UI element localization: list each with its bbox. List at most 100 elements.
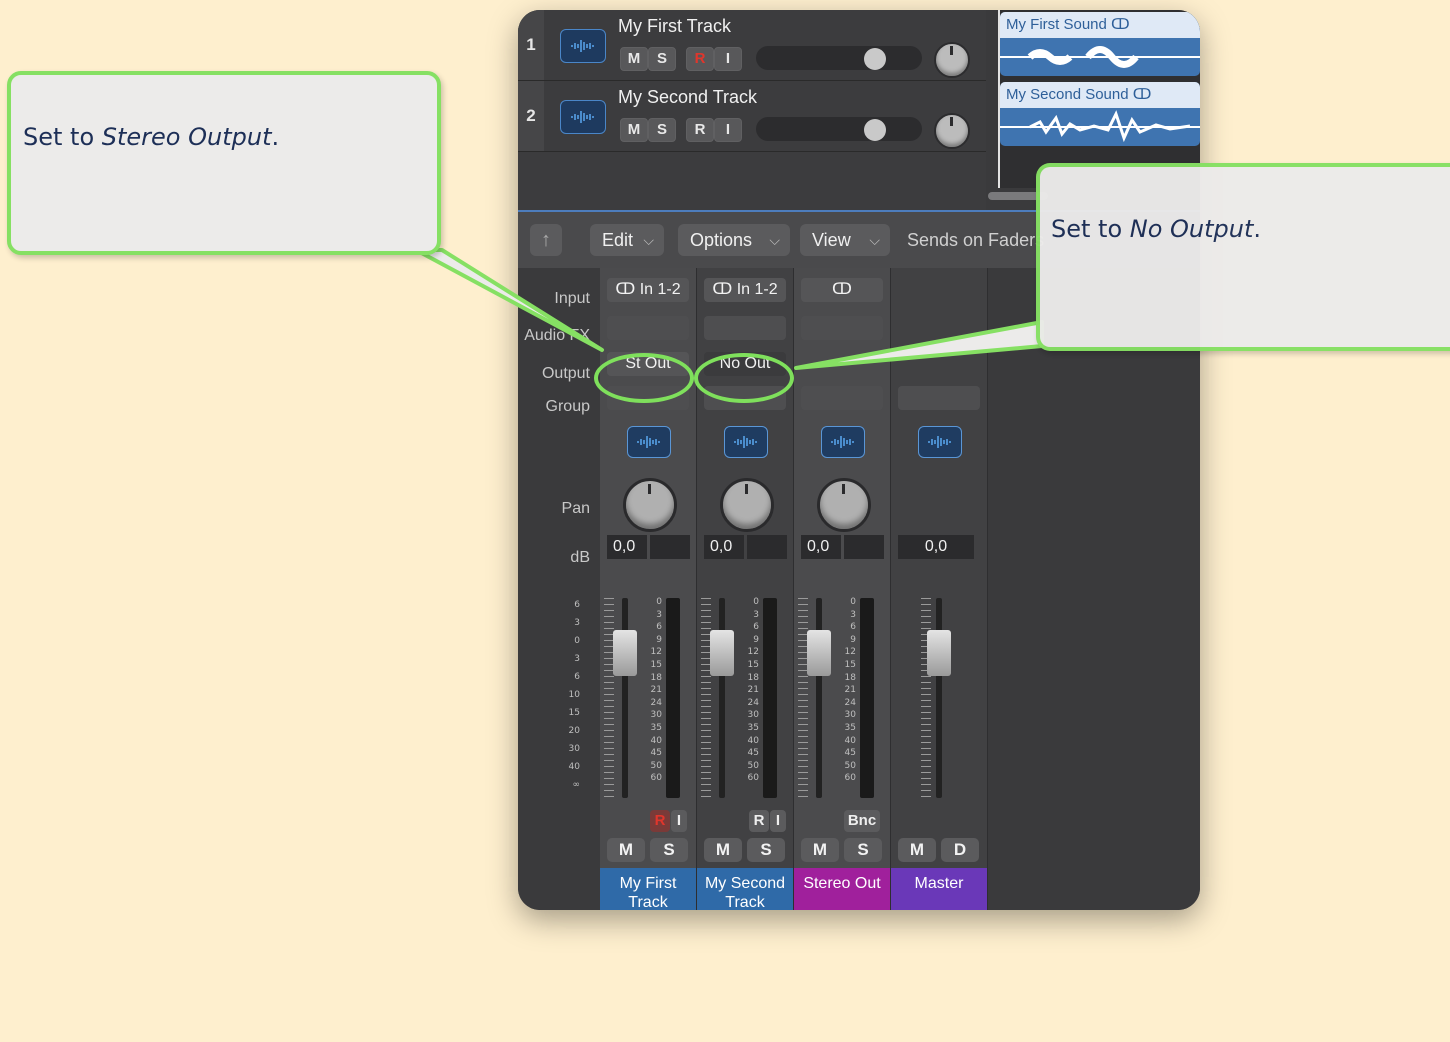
track-name[interactable]: My Second Track <box>618 87 757 108</box>
fader-track[interactable] <box>622 598 628 798</box>
scale-tick-label: 20 <box>568 726 580 736</box>
volume-fader[interactable] <box>807 630 831 676</box>
solo-button[interactable]: S <box>747 838 785 862</box>
input-monitor-button[interactable]: I <box>714 47 742 71</box>
track-row-2[interactable]: 2 My Second Track M S R I <box>518 81 986 152</box>
meter-tick-label: 45 <box>650 748 662 759</box>
solo-button[interactable]: S <box>648 47 676 71</box>
meter-tick-label: 21 <box>747 685 759 696</box>
meter-tick-label: 12 <box>844 647 856 658</box>
meter-tick-label: 30 <box>650 710 662 721</box>
input-monitor-button[interactable]: I <box>770 810 786 832</box>
pan-knob[interactable] <box>720 478 774 532</box>
stereo-link-icon: ↀ <box>615 281 636 298</box>
mute-button[interactable]: M <box>704 838 742 862</box>
track-name[interactable]: My First Track <box>618 16 731 37</box>
pan-knob[interactable] <box>934 113 970 149</box>
audio-fx-slot[interactable] <box>607 316 689 340</box>
bounce-button[interactable]: Bnc <box>844 810 880 832</box>
record-enable-button[interactable]: R <box>686 47 714 71</box>
input-monitor-button[interactable]: I <box>714 118 742 142</box>
mute-button[interactable]: M <box>620 47 648 71</box>
meter-tick-label: 18 <box>747 672 759 683</box>
mute-button[interactable]: M <box>801 838 839 862</box>
tracks-area[interactable]: My First Sound ↀ My Second Sound ↀ <box>1000 10 1200 188</box>
input-slot[interactable]: ↀ In 1-2 <box>607 278 689 302</box>
volume-fader[interactable] <box>927 630 951 676</box>
sends-on-faders-label[interactable]: Sends on Faders <box>907 224 1044 256</box>
pan-knob[interactable] <box>934 42 970 78</box>
region-second-sound[interactable]: My Second Sound ↀ <box>1000 82 1200 146</box>
logic-window: 1 My First Track M S R I 2 My Second Tra… <box>518 10 1200 910</box>
strip-name-label[interactable]: My Second Track <box>697 868 793 910</box>
input-monitor-button[interactable]: I <box>671 810 687 832</box>
edit-menu[interactable]: Edit ⌵ <box>590 224 664 256</box>
input-slot[interactable]: ↀ In 1-2 <box>704 278 786 302</box>
meter-tick-label: 9 <box>656 634 662 645</box>
solo-button[interactable]: S <box>844 838 882 862</box>
meter-tick-label: 30 <box>844 710 856 721</box>
volume-fader[interactable] <box>613 630 637 676</box>
track-row-1[interactable]: 1 My First Track M S R I <box>518 10 986 81</box>
strip-name-label[interactable]: Stereo Out <box>794 868 890 910</box>
meter-scale: 0 3 6 9 12 15 18 21 24 30 35 40 45 50 60 <box>834 596 856 785</box>
input-slot[interactable]: ↀ <box>801 278 883 302</box>
mute-button[interactable]: M <box>620 118 648 142</box>
stereo-link-icon: ↀ <box>712 281 733 298</box>
pan-knob[interactable] <box>817 478 871 532</box>
meter-tick-label: 40 <box>650 735 662 746</box>
volume-slider-thumb[interactable] <box>864 119 886 141</box>
pan-row-label: Pan <box>561 500 590 517</box>
mute-button[interactable]: M <box>607 838 645 862</box>
db-readout: 0,0 <box>898 535 974 559</box>
playhead[interactable] <box>998 10 1000 188</box>
volume-slider-thumb[interactable] <box>864 48 886 70</box>
strip-name-label[interactable]: Master <box>891 868 987 910</box>
track-number: 1 <box>518 10 544 80</box>
peak-readout <box>650 535 690 559</box>
meter-tick-label: 15 <box>650 659 662 670</box>
region-title: My Second Sound ↀ <box>1000 82 1200 108</box>
record-enable-button[interactable]: R <box>650 810 670 832</box>
record-enable-button[interactable]: R <box>749 810 769 832</box>
audio-waveform-icon <box>627 426 671 458</box>
fader-track[interactable] <box>936 598 942 798</box>
meter-tick-label: 9 <box>753 634 759 645</box>
group-slot[interactable] <box>898 386 980 410</box>
meter-tick-label: 12 <box>747 647 759 658</box>
meter-tick-label: 18 <box>650 672 662 683</box>
scale-tick-label: 15 <box>568 708 580 718</box>
volume-slider[interactable] <box>756 46 922 70</box>
fader-ticks <box>798 598 808 798</box>
fader-track[interactable] <box>816 598 822 798</box>
db-readout: 0,0 <box>607 535 647 559</box>
channel-strip-stereo-out: ↀ 0,0 0 3 6 9 12 15 18 21 24 30 35 40 45 50 60 Bnc M S… <box>794 268 891 910</box>
pan-knob[interactable] <box>623 478 677 532</box>
audio-fx-slot[interactable] <box>801 316 883 340</box>
volume-slider[interactable] <box>756 117 922 141</box>
fader-track[interactable] <box>719 598 725 798</box>
level-meter <box>666 598 680 798</box>
audio-fx-slot[interactable] <box>704 316 786 340</box>
solo-button[interactable]: S <box>650 838 688 862</box>
region-first-sound[interactable]: My First Sound ↀ <box>1000 12 1200 76</box>
view-menu[interactable]: View ⌵ <box>800 224 890 256</box>
meter-tick-label: 9 <box>850 634 856 645</box>
meter-tick-label: 6 <box>656 622 662 633</box>
dim-button[interactable]: D <box>941 838 979 862</box>
meter-tick-label: 60 <box>650 773 662 784</box>
mute-button[interactable]: M <box>898 838 936 862</box>
track-empty-area[interactable] <box>518 152 986 210</box>
options-menu[interactable]: Options ⌵ <box>678 224 790 256</box>
callout-left: Set to Stereo Output. <box>7 71 441 255</box>
row-labels: Input Audio FX Output Group Pan dB 63036… <box>518 268 590 910</box>
back-arrow-icon[interactable]: ↑ <box>530 224 562 256</box>
fader-ticks <box>921 598 931 798</box>
callout-left-text: Set to Stereo Output. <box>23 123 280 151</box>
meter-tick-label: 12 <box>650 647 662 658</box>
group-slot[interactable] <box>801 386 883 410</box>
record-enable-button[interactable]: R <box>686 118 714 142</box>
strip-name-label[interactable]: My First Track <box>600 868 696 910</box>
solo-button[interactable]: S <box>648 118 676 142</box>
volume-fader[interactable] <box>710 630 734 676</box>
